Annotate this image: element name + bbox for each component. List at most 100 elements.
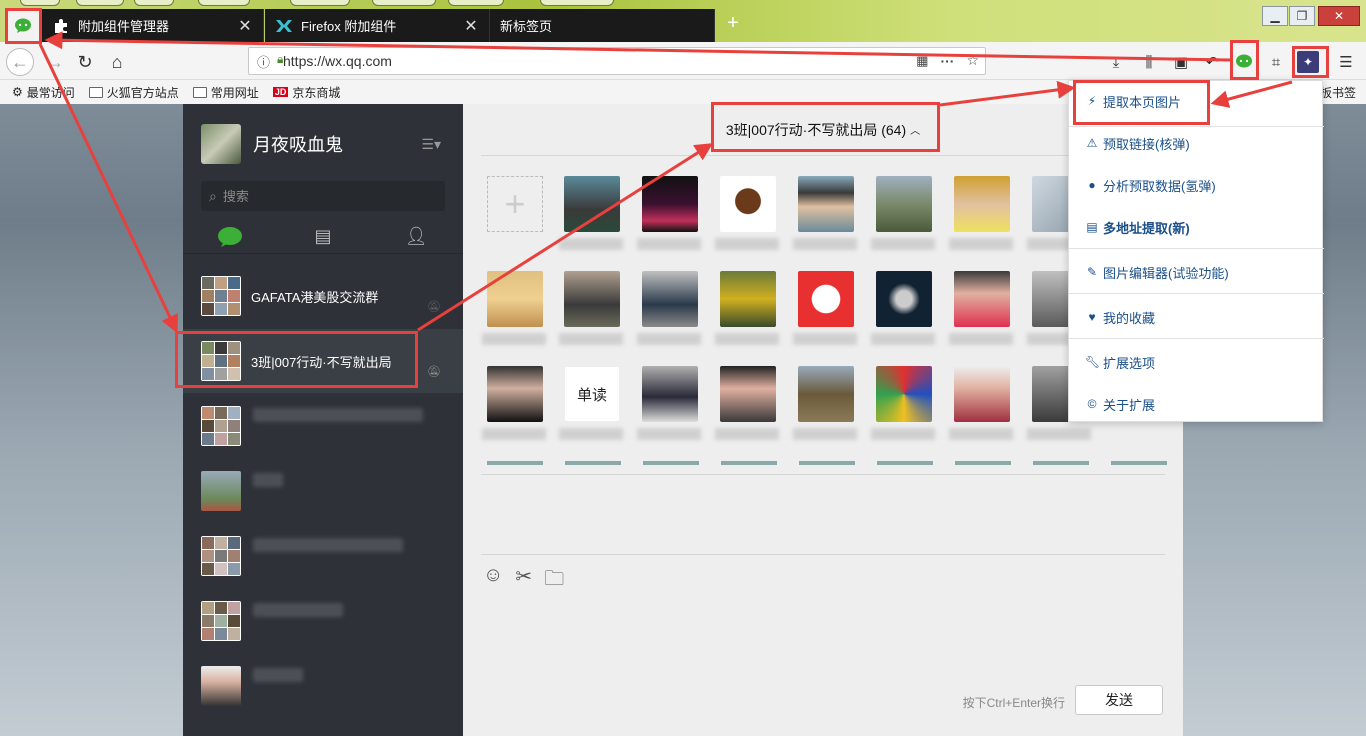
tab-firefox-addons[interactable]: Firefox 附加组件 ✕ (265, 9, 490, 42)
close-window-button[interactable]: ✕ (1318, 6, 1360, 26)
bookmark-label: 京东商城 (292, 85, 341, 100)
bookmark-label: 最常访问 (26, 85, 75, 100)
undo-icon[interactable]: ↶ (1201, 51, 1223, 73)
member-avatar[interactable] (642, 366, 698, 422)
sidebar-icon[interactable]: ▣ (1170, 51, 1192, 73)
member-avatar[interactable] (798, 366, 854, 422)
member-avatar[interactable] (876, 366, 932, 422)
member-avatar[interactable] (954, 271, 1010, 327)
warning-icon: ⚠ (1086, 136, 1098, 150)
back-button[interactable]: ← (6, 48, 34, 76)
list-item[interactable] (183, 459, 463, 523)
more-actions-icon[interactable]: ··· (940, 53, 954, 69)
search-icon: ⌕ (209, 187, 217, 204)
reload-button[interactable]: ↻ (72, 49, 98, 75)
highlight-extractor-extension (1292, 46, 1329, 78)
menu-item-extension-options[interactable]: 🔧︎ 扩展选项 (1085, 351, 1155, 373)
send-button[interactable]: 发送 (1075, 685, 1163, 715)
list-item[interactable]: GAFATA港美股交流群 🔕︎ (183, 264, 463, 328)
folder-icon (192, 86, 207, 98)
bookmark-jd[interactable]: JD 京东商城 (272, 84, 341, 101)
avatar[interactable] (201, 124, 241, 164)
member-avatar[interactable] (642, 176, 698, 232)
mute-icon: 🔕︎ (427, 301, 441, 313)
info-icon[interactable]: ⓘ (257, 52, 270, 71)
url-bar[interactable]: ⓘ 🔒︎ https://wx.qq.com ▦ ··· ☆ (248, 47, 986, 75)
heart-icon: ♥ (1088, 310, 1096, 324)
bookmark-firefox-official[interactable]: 火狐官方站点 (88, 84, 179, 101)
contact-avatar (201, 666, 241, 706)
minimize-button[interactable]: ▁ (1262, 6, 1288, 26)
member-avatar[interactable] (798, 176, 854, 232)
lock-icon: 🔒︎ (277, 52, 284, 66)
maximize-button[interactable]: ❐ (1289, 6, 1315, 26)
tab-articles[interactable]: ▤ (276, 220, 369, 253)
bookmark-most-visited[interactable]: ⚙ 最常访问 (12, 84, 75, 101)
mobile-bookmarks[interactable]: 板书签 (1320, 84, 1356, 101)
list-item[interactable] (183, 589, 463, 653)
tab-contacts[interactable]: 👤︎ (370, 220, 463, 253)
close-icon[interactable]: ✕ (237, 16, 253, 36)
member-avatar[interactable] (876, 271, 932, 327)
tab-new-tab[interactable]: 新标签页 (490, 9, 715, 42)
tab-chats[interactable] (183, 220, 276, 253)
menu-item-multi-url-extract[interactable]: ▤ 多地址提取(新) (1085, 216, 1190, 238)
menu-item-label: 分析预取数据(氢弹) (1103, 178, 1216, 194)
list-item[interactable] (183, 654, 463, 718)
close-icon[interactable]: ✕ (463, 16, 479, 36)
search-input[interactable] (222, 188, 423, 204)
menu-item-analyze-prefetch[interactable]: ● 分析预取数据(氢弹) (1085, 174, 1216, 196)
member-avatar[interactable] (487, 271, 543, 327)
menu-item-prefetch-links[interactable]: ⚠ 预取链接(核弹) (1085, 132, 1190, 154)
member-avatar[interactable] (487, 366, 543, 422)
menu-icon[interactable]: ☰ (1335, 51, 1357, 73)
download-icon[interactable]: ⤓ (1105, 51, 1127, 73)
member-avatar[interactable] (954, 176, 1010, 232)
menu-item-label: 多地址提取(新) (1103, 220, 1190, 236)
extension-dropdown-menu: ⚡︎ 提取本页图片 ⚠ 预取链接(核弹) ● 分析预取数据(氢弹) ▤ 多地址提… (1068, 80, 1324, 422)
home-button[interactable]: ⌂ (104, 49, 130, 75)
add-member-button[interactable]: + (487, 176, 543, 232)
member-avatar[interactable] (798, 271, 854, 327)
new-tab-button[interactable]: + (722, 12, 744, 36)
scissors-icon[interactable]: ✂ (515, 564, 532, 598)
highlight-group-chat (175, 331, 418, 388)
member-avatar[interactable] (564, 271, 620, 327)
member-avatar[interactable] (954, 366, 1010, 422)
jd-icon: JD (272, 87, 289, 97)
member-avatar[interactable] (642, 271, 698, 327)
folder-icon (88, 86, 103, 98)
menu-item-favorites[interactable]: ♥ 我的收藏 (1085, 306, 1155, 328)
bookmark-common-sites[interactable]: 常用网址 (192, 84, 259, 101)
member-avatar[interactable] (876, 176, 932, 232)
member-avatar[interactable] (720, 366, 776, 422)
member-avatar[interactable] (720, 176, 776, 232)
menu-item-about[interactable]: © 关于扩展 (1085, 393, 1155, 415)
member-avatar[interactable] (564, 176, 620, 232)
list-item[interactable] (183, 524, 463, 588)
tab-label: Firefox 附加组件 (301, 19, 397, 34)
gear-icon: ⚙ (12, 85, 23, 99)
tab-label: 新标签页 (500, 19, 553, 34)
copyright-icon: © (1087, 397, 1097, 411)
menu-item-label: 图片编辑器(试验功能) (1103, 265, 1229, 281)
tab-addons-manager[interactable]: 附加组件管理器 ✕ (42, 9, 264, 42)
list-item[interactable] (183, 394, 463, 458)
menu-icon[interactable]: ☰▾ (421, 136, 441, 153)
library-icon[interactable]: ⫼ (1138, 51, 1160, 73)
folder-icon[interactable]: 🗀︎ (544, 564, 564, 598)
bomb-icon: ● (1088, 178, 1096, 192)
emoji-icon[interactable]: ☺ (483, 564, 503, 598)
qr-code-icon[interactable]: ▦ (916, 53, 928, 69)
bookmark-star-icon[interactable]: ☆ (966, 52, 979, 69)
forward-button[interactable]: → (42, 49, 68, 75)
group-avatar (201, 276, 241, 316)
member-avatar[interactable]: 单读 (564, 366, 620, 422)
search-box: ⌕ (201, 181, 445, 211)
menu-item-label: 我的收藏 (1103, 310, 1156, 326)
editor-toolbar: ☺ ✂ 🗀︎ (483, 564, 564, 598)
member-avatar[interactable] (720, 271, 776, 327)
bookmark-label: 火狐官方站点 (106, 85, 179, 100)
menu-item-image-editor[interactable]: ✎ 图片编辑器(试验功能) (1085, 261, 1229, 283)
crop-icon[interactable]: ⌗ (1265, 51, 1287, 73)
